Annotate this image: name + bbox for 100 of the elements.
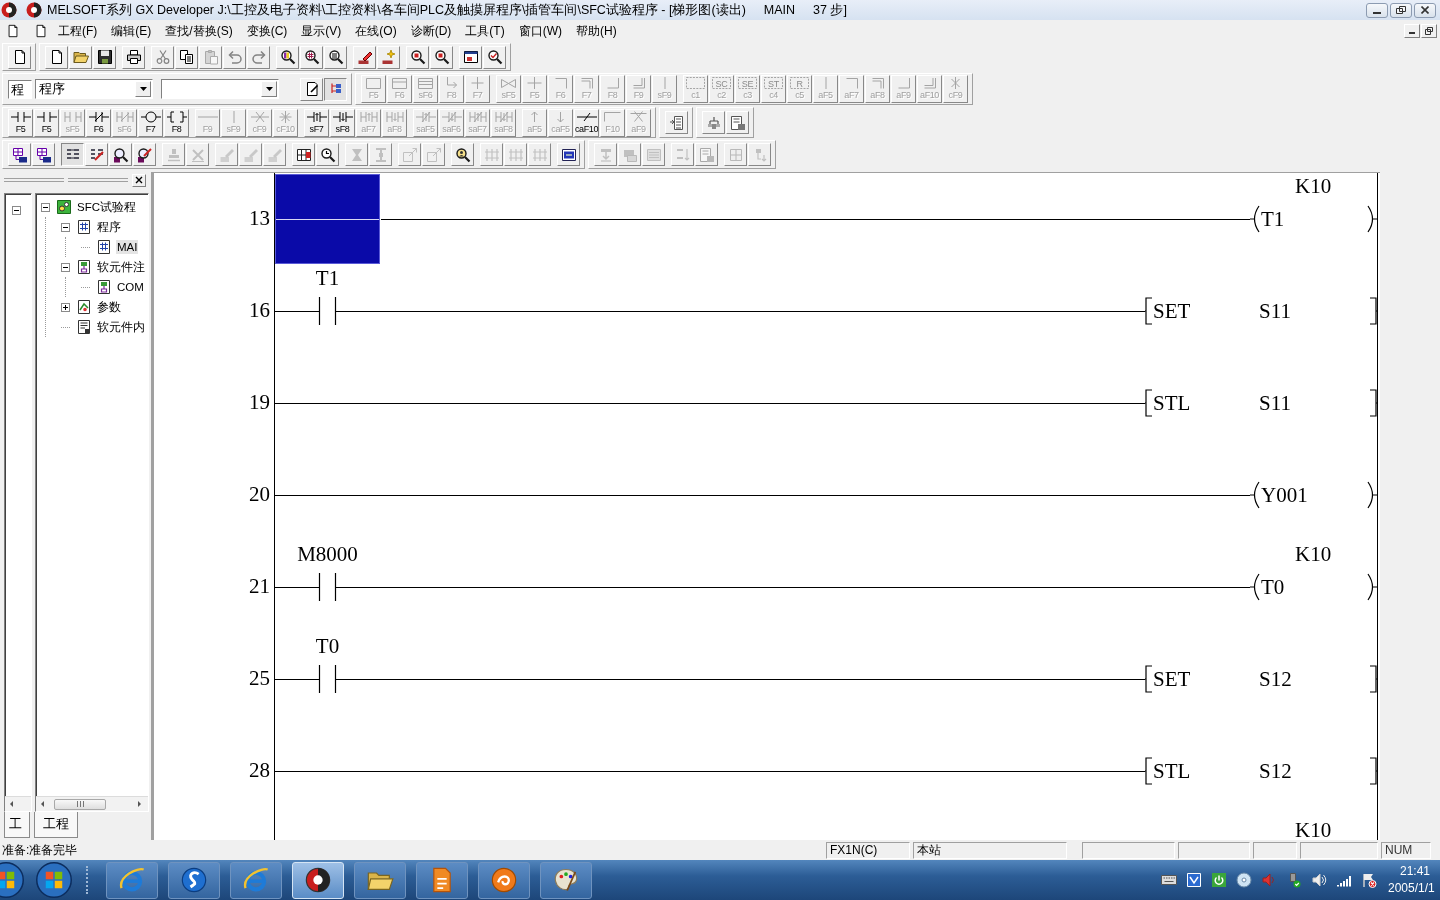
tree-item[interactable]: 程序 [96, 218, 122, 236]
dropdown-field[interactable]: 程序 [35, 79, 153, 99]
toolbar-button[interactable]: caF10 [574, 108, 599, 137]
contact-icon [62, 110, 83, 123]
corner-line-icon [632, 77, 645, 89]
window-arrow-icon [401, 146, 418, 163]
step-number: 16 [249, 297, 270, 323]
right-arrow-icon[interactable] [138, 801, 141, 807]
magnifier-icon [112, 146, 129, 163]
start-button[interactable] [34, 860, 74, 900]
menu-item[interactable]: 帮助(H) [569, 20, 624, 42]
toolbar-button[interactable]: F6 [86, 108, 111, 137]
tree-icon [705, 114, 722, 131]
restore-button[interactable] [1390, 2, 1412, 18]
menu-item[interactable]: 查找/替换(S) [158, 20, 240, 42]
instruction-name: STL [1153, 390, 1192, 416]
bracket-icon [1145, 389, 1153, 417]
menu-item[interactable]: 显示(V) [294, 20, 349, 42]
dashed-box-icon: SC [712, 77, 731, 89]
type-field[interactable]: 程 [8, 79, 32, 99]
corner-line-icon [580, 77, 593, 89]
toolbar-button[interactable]: sF8 [330, 108, 355, 137]
toolbar-button[interactable]: F7 [138, 108, 163, 137]
document-icon [729, 114, 746, 131]
pencil-icon [242, 146, 259, 163]
caret-icon [139, 87, 147, 91]
minimize-button[interactable] [1366, 2, 1388, 18]
slashed-contact-icon [114, 110, 135, 123]
panel-tab[interactable]: 工程 [34, 812, 78, 838]
tree-item[interactable]: 软元件注 [96, 258, 146, 276]
minus-box-icon[interactable] [61, 262, 70, 272]
magnifier-icon [409, 49, 426, 65]
list-pencil-icon [88, 146, 105, 163]
toolbar-button[interactable]: F8 [164, 108, 189, 137]
horizontal-scrollbar[interactable] [5, 796, 31, 811]
down-arrow-contact-icon [493, 110, 514, 123]
tree-item[interactable]: SFC试验程 [76, 198, 137, 216]
instruction-operand: S11 [1259, 390, 1292, 416]
toolbar-button[interactable]: F5 [34, 108, 59, 137]
brackets-icon [166, 110, 187, 123]
bracket-icon [1145, 665, 1153, 693]
tree-item[interactable]: 软元件内 [96, 318, 146, 336]
menu-item[interactable]: 在线(O) [348, 20, 404, 42]
tree-item[interactable]: 参数 [96, 298, 122, 316]
contact-icon [319, 297, 336, 325]
bowtie-icon [501, 78, 516, 88]
menu-item[interactable]: 工程(F) [51, 20, 105, 42]
toolbar-button[interactable] [61, 143, 84, 166]
step-number: 25 [249, 665, 270, 691]
window-arrow-icon [425, 146, 442, 163]
page-icon[interactable] [34, 24, 48, 38]
close-button[interactable] [1414, 2, 1436, 18]
dashed-box-icon: ST [764, 77, 783, 89]
menu-item[interactable]: 诊断(D) [403, 20, 459, 42]
document-icon [76, 319, 92, 335]
dropdown-button[interactable] [135, 81, 151, 97]
clock-date: 2005/1/1 [1388, 880, 1435, 897]
menu-item[interactable]: 编辑(E) [104, 20, 159, 42]
power-icon[interactable] [1211, 872, 1227, 888]
close-icon [1421, 6, 1429, 14]
minimize-icon [1409, 32, 1415, 34]
vertical-line-icon [824, 77, 827, 89]
page-icon[interactable] [6, 24, 20, 38]
vertical-line-icon [232, 110, 235, 123]
status-pane [1178, 841, 1250, 859]
plus-box-icon[interactable] [61, 302, 70, 312]
step-count: 37 步] [813, 1, 847, 19]
menu-item[interactable]: 窗口(W) [511, 20, 569, 42]
step-box-icon [366, 77, 381, 89]
minus-box-icon[interactable] [61, 222, 70, 232]
flag-icon[interactable] [1361, 872, 1377, 888]
panel-tab[interactable]: 工 [4, 812, 30, 838]
monitor-icon [560, 146, 577, 163]
grid-icon [295, 146, 312, 163]
document-icon [76, 259, 92, 275]
dropdown-button[interactable] [261, 81, 277, 97]
tree-item[interactable]: MAI [116, 240, 139, 254]
horizontal-scrollbar[interactable] [36, 796, 148, 811]
taskbar-button[interactable] [168, 861, 220, 899]
toolbar-button[interactable]: sF7 [304, 108, 329, 137]
dropdown-field[interactable] [161, 79, 279, 99]
restore-icon [1425, 27, 1433, 35]
tree-item[interactable]: COM [116, 280, 145, 294]
copy-icon [178, 49, 195, 65]
tile-icon[interactable] [1186, 872, 1202, 888]
clipboard-icon [202, 49, 219, 65]
minus-box-icon[interactable] [12, 206, 21, 215]
contact-icon [36, 110, 57, 123]
keyboard-icon[interactable] [1161, 872, 1177, 888]
minus-box-icon[interactable] [41, 202, 50, 212]
toolbar-button[interactable]: F5 [8, 108, 33, 137]
left-arrow-icon[interactable] [41, 801, 44, 807]
menu-item[interactable]: 工具(T) [458, 20, 512, 42]
left-arrow-icon[interactable] [10, 801, 13, 807]
volume-icon[interactable] [1311, 872, 1327, 888]
menu-item[interactable]: 变换(C) [239, 20, 295, 42]
scroll-thumb[interactable] [54, 798, 106, 810]
sparkle-icon [380, 49, 397, 65]
slashed-contact-icon [88, 110, 109, 123]
up-arrow-contact-icon [358, 110, 379, 123]
